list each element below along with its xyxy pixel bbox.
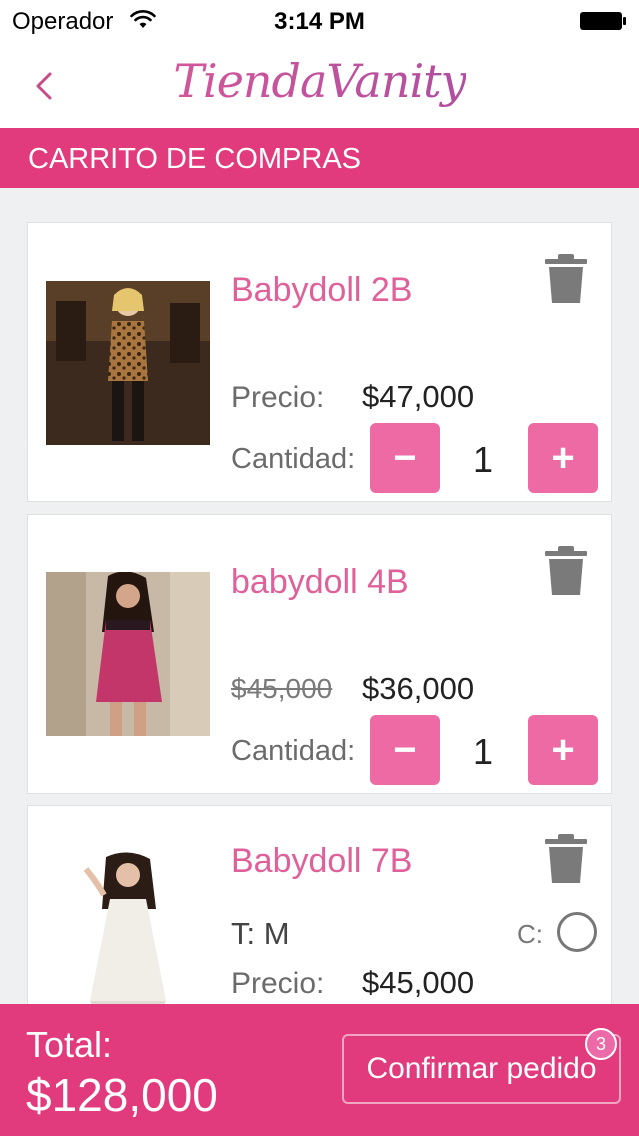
total-label: Total: xyxy=(26,1024,113,1065)
checkout-footer: Total: $128,000 Confirmar pedido 3 xyxy=(0,1004,639,1136)
color-radio[interactable] xyxy=(557,912,597,952)
cart-count-badge: 3 xyxy=(585,1028,617,1060)
product-name: babydoll 4B xyxy=(231,563,409,601)
cart-list[interactable]: Babydoll 2B Precio: $47,000 Cantidad: − … xyxy=(0,188,639,1004)
decrease-quantity-button[interactable]: − xyxy=(370,423,440,493)
cart-item: Babydoll 2B Precio: $47,000 Cantidad: − … xyxy=(27,222,612,502)
trash-icon[interactable] xyxy=(543,253,589,305)
cart-screen: Operador 3:14 PM TiendaVanity CARRITO DE… xyxy=(0,0,639,1136)
trash-icon[interactable] xyxy=(543,833,589,885)
original-price: $45,000 xyxy=(231,673,333,704)
product-image xyxy=(46,851,210,1004)
quantity-value: 1 xyxy=(472,439,494,480)
decrease-quantity-button[interactable]: − xyxy=(370,715,440,785)
quantity-label: Cantidad: xyxy=(231,443,356,475)
price-value: $47,000 xyxy=(362,379,475,414)
quantity-value: 1 xyxy=(472,731,494,772)
status-time: 3:14 PM xyxy=(274,8,365,35)
cart-item: Babydoll 7B T: M C: Precio: $45,000 xyxy=(27,805,612,1004)
section-title: CARRITO DE COMPRAS xyxy=(0,128,639,188)
price-label: Precio: xyxy=(231,967,325,1000)
battery-icon xyxy=(580,12,626,30)
product-image xyxy=(46,281,210,445)
cart-item: babydoll 4B $45,000 $36,000 Cantidad: − … xyxy=(27,514,612,794)
confirm-order-button[interactable]: Confirmar pedido xyxy=(342,1034,621,1104)
brand-logo-text: TiendaVanity xyxy=(173,54,466,108)
status-bar: Operador 3:14 PM xyxy=(0,0,639,40)
trash-icon[interactable] xyxy=(543,545,589,597)
increase-quantity-button[interactable]: + xyxy=(528,715,598,785)
color-label: C: xyxy=(517,919,543,949)
size-label: T: M xyxy=(231,916,290,951)
price-label: Precio: xyxy=(231,381,325,414)
total-value: $128,000 xyxy=(26,1069,218,1121)
product-name: Babydoll 2B xyxy=(231,271,413,309)
brand-logo: TiendaVanity xyxy=(0,54,639,108)
increase-quantity-button[interactable]: + xyxy=(528,423,598,493)
nav-bar: TiendaVanity xyxy=(0,40,639,128)
product-image xyxy=(46,572,210,736)
product-name: Babydoll 7B xyxy=(231,842,413,880)
quantity-label: Cantidad: xyxy=(231,735,356,767)
price-value: $36,000 xyxy=(362,671,475,706)
price-value: $45,000 xyxy=(362,965,475,1000)
